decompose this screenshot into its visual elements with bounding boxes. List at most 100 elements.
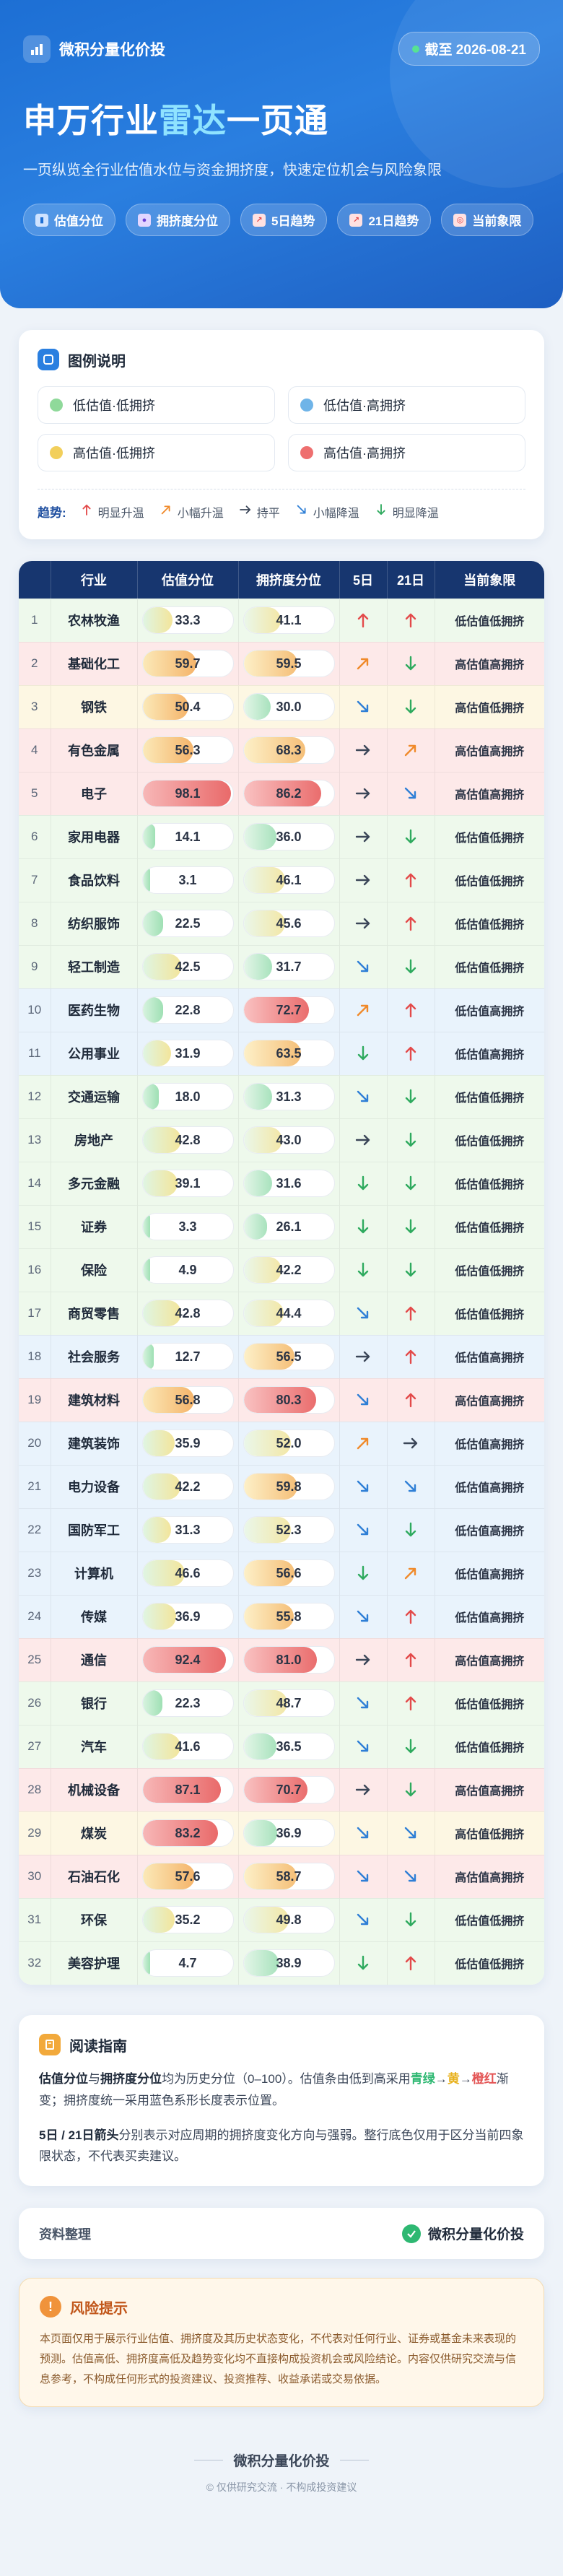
row-index: 25: [19, 1637, 51, 1681]
valuation-value: 3.3: [178, 1219, 197, 1234]
crowding-value: 36.9: [276, 1826, 302, 1840]
valuation-value: 31.9: [175, 1046, 201, 1061]
crowding-cell: 36.9: [238, 1811, 340, 1855]
legend-item: 低估值·低拥挤: [38, 386, 275, 424]
row-index: 9: [19, 944, 51, 988]
table-header-row: 行业 估值分位 拥挤度分位 5日 21日 当前象限: [19, 561, 544, 599]
guide-text: 与: [88, 2072, 100, 2086]
trend5-cell: [339, 988, 388, 1032]
tag-label: 21日趋势: [368, 214, 419, 228]
valuation-value: 87.1: [175, 1783, 201, 1797]
crowding-value: 41.1: [276, 613, 302, 627]
crowding-value: 46.1: [276, 873, 302, 887]
brand: 微积分量化价投: [23, 35, 165, 63]
valuation-cell: 41.6: [137, 1724, 239, 1768]
trend-legend-item: 明显降温: [374, 502, 439, 521]
table-row: 13 房地产 42.8 43.0 低估值低拥挤: [19, 1118, 544, 1162]
valuation-value: 22.5: [175, 916, 201, 931]
guide-term: 拥挤度分位: [100, 2072, 162, 2086]
valuation-cell: 98.1: [137, 771, 239, 815]
header-trend21: 21日: [387, 561, 435, 599]
valuation-fill: [142, 1430, 175, 1456]
crowding-bar: 58.7: [243, 1863, 335, 1890]
header-quadrant: 当前象限: [435, 561, 544, 599]
header-industry: 行业: [51, 561, 138, 599]
industry-name: 通信: [51, 1637, 138, 1681]
valuation-bar: 56.3: [141, 736, 234, 764]
footer-brand-text: 微积分量化价投: [233, 2454, 330, 2470]
row-index: 5: [19, 771, 51, 815]
table-row: 3 钢铁 50.4 30.0 高估值低拥挤: [19, 684, 544, 728]
row-index: 32: [19, 1941, 51, 1985]
row-index: 7: [19, 858, 51, 902]
quadrant-label: 低估值低拥挤: [435, 1941, 544, 1985]
crowding-value: 63.5: [276, 1046, 302, 1061]
valuation-bar: 31.9: [141, 1040, 234, 1067]
trend5-cell: [339, 684, 388, 728]
quadrant-label: 低估值低拥挤: [435, 1118, 544, 1162]
valuation-value: 4.7: [178, 1956, 197, 1971]
crowding-bar: 31.7: [243, 953, 335, 980]
quadrant-label: 低估值高拥挤: [435, 1594, 544, 1638]
crowding-bar: 46.1: [243, 866, 335, 894]
legend-item: 低估值·高拥挤: [288, 386, 525, 424]
quadrant-label: 低估值低拥挤: [435, 1161, 544, 1205]
crowding-value: 52.0: [276, 1436, 302, 1450]
valuation-cell: 92.4: [137, 1637, 239, 1681]
valuation-value: 36.9: [175, 1609, 201, 1624]
row-index: 19: [19, 1378, 51, 1422]
row-index: 3: [19, 684, 51, 728]
trend21-cell: [387, 598, 435, 642]
trend5-cell: [339, 1291, 388, 1335]
quadrant-label: 高估值高拥挤: [435, 1637, 544, 1681]
valuation-value: 42.8: [175, 1306, 201, 1320]
table-row: 27 汽车 41.6 36.5 低估值低拥挤: [19, 1724, 544, 1768]
industry-name: 公用事业: [51, 1031, 138, 1075]
crowding-bar: 70.7: [243, 1776, 335, 1803]
quadrant-label: 低估值低拥挤: [435, 598, 544, 642]
arrow-up-right-icon: [340, 1434, 387, 1453]
valuation-bar: 12.7: [141, 1343, 234, 1370]
valuation-fill: [142, 867, 150, 893]
valuation-bar: 46.6: [141, 1559, 234, 1587]
trend21-cell: [387, 1811, 435, 1855]
target-icon: ◎: [453, 213, 467, 227]
risk-title-text: 风险提示: [70, 2300, 128, 2317]
legend-label: 低估值·高拥挤: [323, 399, 406, 413]
crowding-bar: 36.9: [243, 1819, 335, 1847]
crowding-value: 43.0: [276, 1133, 302, 1147]
source-brand: 微积分量化价投: [401, 2224, 524, 2243]
guide-term: 估值分位: [39, 2072, 88, 2086]
trend21-cell: [387, 641, 435, 685]
arrow-down-right-icon: [340, 1737, 387, 1756]
crowding-cell: 59.5: [238, 641, 340, 685]
crowding-cell: 70.7: [238, 1767, 340, 1811]
valuation-cell: 39.1: [137, 1161, 239, 1205]
industry-name: 钢铁: [51, 684, 138, 728]
quadrant-label: 高估值低拥挤: [435, 684, 544, 728]
valuation-cell: 22.5: [137, 901, 239, 945]
crowding-cell: 44.4: [238, 1291, 340, 1335]
industry-name: 轻工制造: [51, 944, 138, 988]
arrow-right-icon: [340, 1650, 387, 1669]
crowding-value: 48.7: [276, 1696, 302, 1710]
crowding-fill: [243, 1084, 272, 1110]
arrow-up-icon: [388, 1391, 435, 1409]
title-accent: 雷达: [159, 102, 227, 139]
crowding-bar: 55.8: [243, 1603, 335, 1630]
quadrant-label: 高估值高拥挤: [435, 1767, 544, 1811]
crowding-bar: 59.5: [243, 650, 335, 677]
arrow-down-icon: [340, 1217, 387, 1236]
valuation-value: 42.2: [175, 1479, 201, 1494]
crowding-bar: 81.0: [243, 1646, 335, 1674]
crowding-cell: 31.7: [238, 944, 340, 988]
quadrant-label: 低估值低拥挤: [435, 1291, 544, 1335]
table-row: 1 农林牧渔 33.3 41.1 低估值低拥挤: [19, 598, 544, 642]
arrow-up-icon: [340, 611, 387, 630]
trend5-cell: [339, 1941, 388, 1985]
trend21-cell: [387, 771, 435, 815]
arrow-up-right-icon: [340, 1001, 387, 1019]
table-row: 15 证券 3.3 26.1 低估值低拥挤: [19, 1204, 544, 1248]
table-row: 5 电子 98.1 86.2 高估值高拥挤: [19, 771, 544, 815]
trend5-cell: [339, 1551, 388, 1595]
